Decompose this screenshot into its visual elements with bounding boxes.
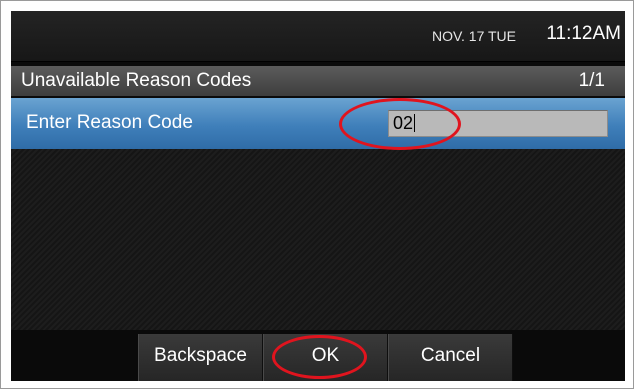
- cancel-button[interactable]: Cancel: [388, 334, 513, 381]
- content-area: [11, 149, 625, 330]
- reason-code-value: 02: [393, 113, 414, 133]
- reason-code-label: Enter Reason Code: [26, 112, 193, 133]
- page-indicator: 1/1: [578, 70, 605, 91]
- phone-display: NOV. 17 TUE 11:12AM Unavailable Reason C…: [11, 11, 625, 381]
- page-title: Unavailable Reason Codes: [21, 70, 252, 91]
- status-time: 11:12AM: [546, 23, 621, 44]
- status-bar: NOV. 17 TUE 11:12AM: [11, 11, 625, 62]
- screenshot-frame: NOV. 17 TUE 11:12AM Unavailable Reason C…: [0, 0, 634, 389]
- status-date: NOV. 17 TUE: [431, 28, 516, 44]
- title-bar: Unavailable Reason Codes 1/1: [11, 66, 625, 96]
- reason-code-row[interactable]: Enter Reason Code 02: [11, 98, 625, 149]
- backspace-button[interactable]: Backspace: [138, 334, 263, 381]
- ok-button[interactable]: OK: [263, 334, 388, 381]
- softkey-bar: Backspace OK Cancel: [11, 330, 625, 381]
- reason-code-input[interactable]: 02: [388, 110, 608, 137]
- text-caret: [414, 114, 416, 132]
